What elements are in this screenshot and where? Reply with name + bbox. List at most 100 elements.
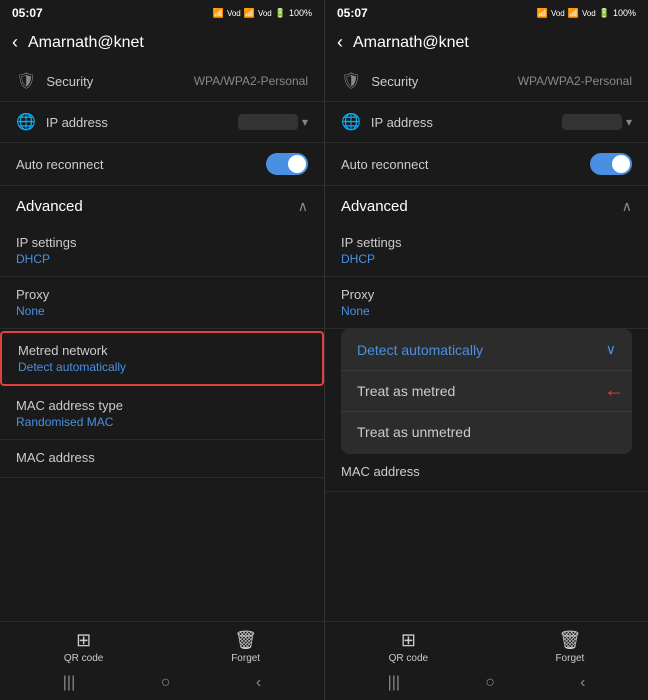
ip-settings-block-right[interactable]: IP settings DHCP [325, 225, 648, 277]
status-icons-left: 📶 Vod 📶 Vod 🔋 100% [213, 8, 312, 19]
advanced-chevron-right: ∧ [622, 198, 632, 215]
qr-label-right: QR code [389, 653, 428, 664]
proxy-block-right[interactable]: Proxy None [325, 277, 648, 329]
qr-code-button-right[interactable]: ⊞ QR code [389, 630, 428, 664]
ip-right-left: ▾ [238, 114, 308, 130]
dropdown-selected-row: Detect automatically ∨ [357, 341, 616, 358]
security-label-left: Security [46, 74, 93, 89]
left-panel: 05:07 📶 Vod 📶 Vod 🔋 100% ‹ Amarnath@knet… [0, 0, 324, 700]
ip-settings-value-left: DHCP [16, 252, 308, 266]
bottom-nav-left: ⊞ QR code 🗑 Forget [0, 621, 324, 668]
forget-label-left: Forget [231, 653, 260, 664]
mac-type-value-left: Randomised MAC [16, 415, 308, 429]
system-nav-right: ||| ○ ‹ [325, 668, 648, 700]
mac-address-block-left: MAC address [0, 440, 324, 478]
advanced-label-left: Advanced [16, 198, 83, 215]
advanced-section-right[interactable]: Advanced ∧ [325, 186, 648, 225]
ip-settings-value-right: DHCP [341, 252, 632, 266]
auto-reconnect-toggle-right[interactable] [590, 153, 632, 175]
back-btn-left[interactable]: ‹ [256, 674, 261, 692]
forget-button-right[interactable]: 🗑 Forget [555, 630, 584, 664]
security-left-right: 🛡 Security [341, 71, 418, 91]
system-nav-left: ||| ○ ‹ [0, 668, 324, 700]
trash-icon-left: 🗑 [234, 630, 257, 651]
status-bar-left: 05:07 📶 Vod 📶 Vod 🔋 100% [0, 0, 324, 24]
header-title-left: Amarnath@knet [28, 34, 144, 52]
metered-dropdown-right: Detect automatically ∨ Treat as metred ←… [341, 329, 632, 454]
signal-bars: 📶 [244, 8, 255, 19]
ip-left-left: 🌐 IP address [16, 112, 108, 132]
ip-left-right: 🌐 IP address [341, 112, 433, 132]
dropdown-item-treat-unmetred[interactable]: Treat as unmetred [341, 412, 632, 454]
auto-reconnect-label-right: Auto reconnect [341, 157, 428, 172]
dropdown-option2-text: Treat as unmetred [357, 424, 471, 440]
forget-button-left[interactable]: 🗑 Forget [231, 630, 260, 664]
qr-icon-right: ⊞ [401, 630, 416, 651]
metered-network-block-left[interactable]: Metred network Detect automatically [0, 331, 324, 386]
home-btn-left[interactable]: ○ [161, 674, 171, 692]
header-right: ‹ Amarnath@knet [325, 24, 648, 61]
content-right: 🛡 Security WPA/WPA2-Personal 🌐 IP addres… [325, 61, 648, 621]
security-row-left: 🛡 Security WPA/WPA2-Personal [0, 61, 324, 102]
status-time-left: 05:07 [12, 6, 43, 20]
wifi-icon: 📶 [213, 8, 224, 19]
advanced-chevron-left: ∧ [298, 198, 308, 215]
security-value-right: WPA/WPA2-Personal [518, 74, 632, 88]
mac-address-label-right: MAC address [341, 464, 632, 479]
signal-bars-right: 📶 [568, 8, 579, 19]
security-left-left: 🛡 Security [16, 71, 93, 91]
trash-icon-right: 🗑 [558, 630, 581, 651]
back-button-left[interactable]: ‹ [12, 32, 18, 53]
globe-icon-right: 🌐 [341, 112, 361, 132]
qr-icon-left: ⊞ [76, 630, 91, 651]
qr-code-button-left[interactable]: ⊞ QR code [64, 630, 103, 664]
ip-value-masked-left [238, 114, 298, 130]
forget-label-right: Forget [555, 653, 584, 664]
shield-icon-left: 🛡 [16, 71, 36, 91]
ip-row-right[interactable]: 🌐 IP address ▾ [325, 102, 648, 143]
auto-reconnect-toggle-left[interactable] [266, 153, 308, 175]
ip-label-left: IP address [46, 115, 108, 130]
ip-value-masked-right [562, 114, 622, 130]
metered-label-left: Metred network [18, 343, 306, 358]
menu-btn-left[interactable]: ||| [63, 674, 75, 692]
ip-settings-label-right: IP settings [341, 235, 632, 250]
auto-reconnect-row-left: Auto reconnect [0, 143, 324, 186]
auto-reconnect-row-right: Auto reconnect [325, 143, 648, 186]
proxy-block-left[interactable]: Proxy None [0, 277, 324, 329]
advanced-label-right: Advanced [341, 198, 408, 215]
back-button-right[interactable]: ‹ [337, 32, 343, 53]
mac-type-label-left: MAC address type [16, 398, 308, 413]
mac-address-label-left: MAC address [16, 450, 308, 465]
ip-chevron-left: ▾ [302, 115, 308, 129]
battery-pct: 100% [289, 8, 312, 18]
status-time-right: 05:07 [337, 6, 368, 20]
ip-settings-block-left[interactable]: IP settings DHCP [0, 225, 324, 277]
advanced-section-left[interactable]: Advanced ∧ [0, 186, 324, 225]
home-btn-right[interactable]: ○ [485, 674, 495, 692]
status-bar-right: 05:07 📶 Vod 📶 Vod 🔋 100% [325, 0, 648, 24]
proxy-label-left: Proxy [16, 287, 308, 302]
mac-type-block-left[interactable]: MAC address type Randomised MAC [0, 388, 324, 440]
header-title-right: Amarnath@knet [353, 34, 469, 52]
dropdown-item-detect-auto[interactable]: Detect automatically ∨ [341, 329, 632, 371]
back-btn-right[interactable]: ‹ [580, 674, 585, 692]
status-icons-right: 📶 Vod 📶 Vod 🔋 100% [537, 8, 636, 19]
signal-text-right: Vod [551, 9, 565, 18]
dropdown-item-treat-metred[interactable]: Treat as metred ← [341, 371, 632, 412]
security-value-left: WPA/WPA2-Personal [194, 74, 308, 88]
qr-label-left: QR code [64, 653, 103, 664]
menu-btn-right[interactable]: ||| [388, 674, 400, 692]
globe-icon-left: 🌐 [16, 112, 36, 132]
ip-row-left[interactable]: 🌐 IP address ▾ [0, 102, 324, 143]
battery-pct-right: 100% [613, 8, 636, 18]
signal-text2: Vod [258, 9, 272, 18]
red-arrow-icon: ← [604, 380, 624, 403]
proxy-value-left: None [16, 304, 308, 318]
ip-right-right: ▾ [562, 114, 632, 130]
ip-chevron-right: ▾ [626, 115, 632, 129]
dropdown-selected-text: Detect automatically [357, 342, 483, 358]
content-left: 🛡 Security WPA/WPA2-Personal 🌐 IP addres… [0, 61, 324, 621]
metered-value-left: Detect automatically [18, 360, 306, 374]
bottom-nav-right: ⊞ QR code 🗑 Forget [325, 621, 648, 668]
